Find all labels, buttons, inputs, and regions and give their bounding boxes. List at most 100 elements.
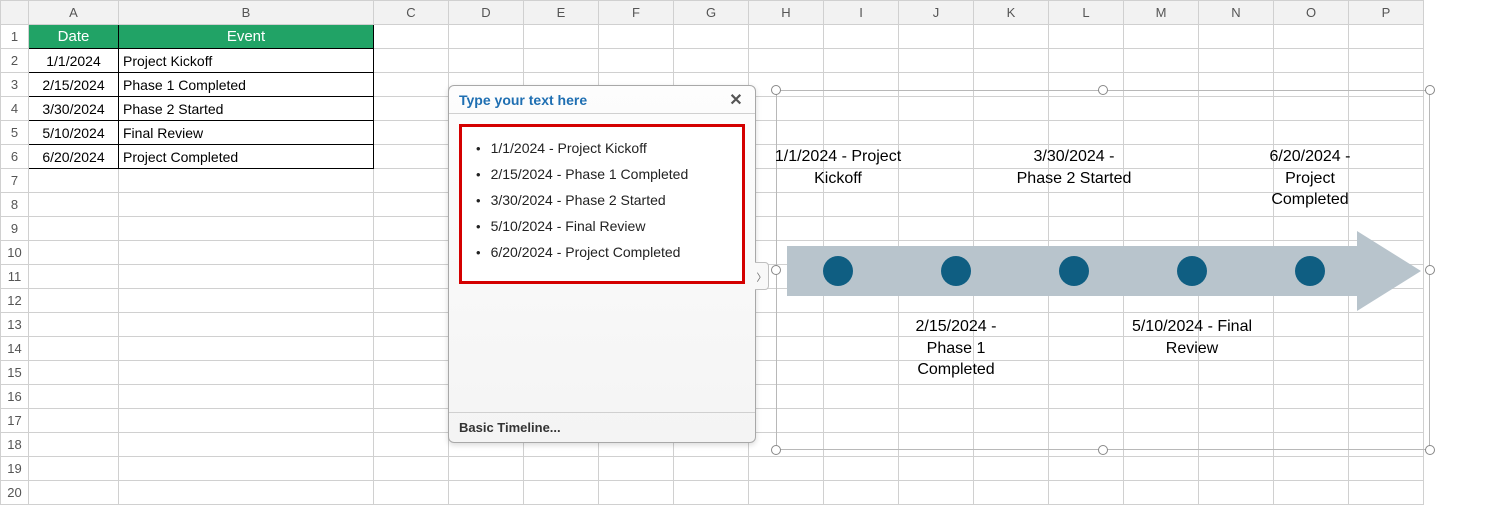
- row-header-4[interactable]: 4: [1, 97, 29, 121]
- cell-C18[interactable]: [374, 433, 449, 457]
- text-pane-item[interactable]: 1/1/2024 - Project Kickoff: [476, 135, 736, 161]
- cell-A1[interactable]: Date: [29, 25, 119, 49]
- row-header-19[interactable]: 19: [1, 457, 29, 481]
- cell-M19[interactable]: [1124, 457, 1199, 481]
- cell-B5[interactable]: Final Review: [119, 121, 374, 145]
- text-pane-item[interactable]: 6/20/2024 - Project Completed: [476, 239, 736, 265]
- cell-A12[interactable]: [29, 289, 119, 313]
- cell-P19[interactable]: [1349, 457, 1424, 481]
- cell-C6[interactable]: [374, 145, 449, 169]
- cell-K1[interactable]: [974, 25, 1049, 49]
- cell-H19[interactable]: [749, 457, 824, 481]
- cell-H1[interactable]: [749, 25, 824, 49]
- resize-handle[interactable]: [771, 445, 781, 455]
- cell-C10[interactable]: [374, 241, 449, 265]
- cell-B20[interactable]: [119, 481, 374, 505]
- cell-C13[interactable]: [374, 313, 449, 337]
- cell-K2[interactable]: [974, 49, 1049, 73]
- cell-C12[interactable]: [374, 289, 449, 313]
- cell-C4[interactable]: [374, 97, 449, 121]
- row-header-20[interactable]: 20: [1, 481, 29, 505]
- cell-I20[interactable]: [824, 481, 899, 505]
- cell-A8[interactable]: [29, 193, 119, 217]
- col-header-B[interactable]: B: [119, 1, 374, 25]
- col-header-I[interactable]: I: [824, 1, 899, 25]
- row-header-15[interactable]: 15: [1, 361, 29, 385]
- cell-E2[interactable]: [524, 49, 599, 73]
- col-header-O[interactable]: O: [1274, 1, 1349, 25]
- cell-K20[interactable]: [974, 481, 1049, 505]
- close-icon[interactable]: ✕: [727, 91, 745, 109]
- cell-P20[interactable]: [1349, 481, 1424, 505]
- cell-D20[interactable]: [449, 481, 524, 505]
- cell-C7[interactable]: [374, 169, 449, 193]
- cell-O20[interactable]: [1274, 481, 1349, 505]
- cell-C20[interactable]: [374, 481, 449, 505]
- cell-B10[interactable]: [119, 241, 374, 265]
- col-header-P[interactable]: P: [1349, 1, 1424, 25]
- cell-O2[interactable]: [1274, 49, 1349, 73]
- cell-A5[interactable]: 5/10/2024: [29, 121, 119, 145]
- cell-I19[interactable]: [824, 457, 899, 481]
- cell-B11[interactable]: [119, 265, 374, 289]
- cell-J1[interactable]: [899, 25, 974, 49]
- cell-A19[interactable]: [29, 457, 119, 481]
- cell-B18[interactable]: [119, 433, 374, 457]
- row-header-9[interactable]: 9: [1, 217, 29, 241]
- cell-B7[interactable]: [119, 169, 374, 193]
- cell-C1[interactable]: [374, 25, 449, 49]
- cell-P2[interactable]: [1349, 49, 1424, 73]
- col-header-C[interactable]: C: [374, 1, 449, 25]
- row-header-10[interactable]: 10: [1, 241, 29, 265]
- cell-M1[interactable]: [1124, 25, 1199, 49]
- cell-E19[interactable]: [524, 457, 599, 481]
- cell-B17[interactable]: [119, 409, 374, 433]
- cell-A15[interactable]: [29, 361, 119, 385]
- timeline-dot[interactable]: [1295, 256, 1325, 286]
- cell-D2[interactable]: [449, 49, 524, 73]
- cell-B8[interactable]: [119, 193, 374, 217]
- cell-N2[interactable]: [1199, 49, 1274, 73]
- cell-L1[interactable]: [1049, 25, 1124, 49]
- cell-A16[interactable]: [29, 385, 119, 409]
- row-header-6[interactable]: 6: [1, 145, 29, 169]
- cell-L2[interactable]: [1049, 49, 1124, 73]
- col-header-E[interactable]: E: [524, 1, 599, 25]
- resize-handle[interactable]: [1425, 445, 1435, 455]
- cell-J20[interactable]: [899, 481, 974, 505]
- cell-N20[interactable]: [1199, 481, 1274, 505]
- cell-B14[interactable]: [119, 337, 374, 361]
- row-header-17[interactable]: 17: [1, 409, 29, 433]
- resize-handle[interactable]: [771, 85, 781, 95]
- cell-B2[interactable]: Project Kickoff: [119, 49, 374, 73]
- col-header-D[interactable]: D: [449, 1, 524, 25]
- collapse-pane-icon[interactable]: 〉: [755, 262, 769, 290]
- cell-A4[interactable]: 3/30/2024: [29, 97, 119, 121]
- cell-A18[interactable]: [29, 433, 119, 457]
- col-header-F[interactable]: F: [599, 1, 674, 25]
- col-header-H[interactable]: H: [749, 1, 824, 25]
- cell-O19[interactable]: [1274, 457, 1349, 481]
- row-header-8[interactable]: 8: [1, 193, 29, 217]
- row-header-14[interactable]: 14: [1, 337, 29, 361]
- text-pane-item[interactable]: 2/15/2024 - Phase 1 Completed: [476, 161, 736, 187]
- cell-L20[interactable]: [1049, 481, 1124, 505]
- cell-C19[interactable]: [374, 457, 449, 481]
- cell-M20[interactable]: [1124, 481, 1199, 505]
- cell-K19[interactable]: [974, 457, 1049, 481]
- cell-B3[interactable]: Phase 1 Completed: [119, 73, 374, 97]
- timeline-dot[interactable]: [1177, 256, 1207, 286]
- row-header-16[interactable]: 16: [1, 385, 29, 409]
- cell-E1[interactable]: [524, 25, 599, 49]
- cell-A2[interactable]: 1/1/2024: [29, 49, 119, 73]
- cell-N19[interactable]: [1199, 457, 1274, 481]
- cell-F19[interactable]: [599, 457, 674, 481]
- cell-B19[interactable]: [119, 457, 374, 481]
- cell-C17[interactable]: [374, 409, 449, 433]
- cell-D19[interactable]: [449, 457, 524, 481]
- resize-handle[interactable]: [1098, 445, 1108, 455]
- text-pane-item[interactable]: 5/10/2024 - Final Review: [476, 213, 736, 239]
- cell-C14[interactable]: [374, 337, 449, 361]
- cell-B13[interactable]: [119, 313, 374, 337]
- cell-D1[interactable]: [449, 25, 524, 49]
